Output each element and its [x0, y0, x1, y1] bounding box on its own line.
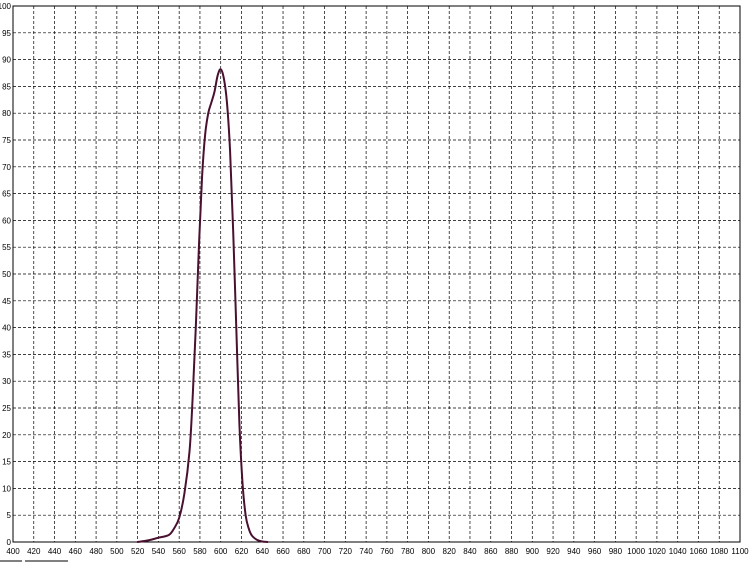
x-tick-label: 680	[297, 547, 311, 556]
x-tick-label: 760	[380, 547, 394, 556]
y-tick-label: 55	[2, 243, 11, 252]
x-tick-label: 1100	[731, 547, 749, 556]
x-tick-label: 500	[110, 547, 124, 556]
y-tick-label: 90	[2, 56, 11, 65]
grid-lines	[13, 6, 740, 542]
y-tick-label: 75	[2, 136, 11, 145]
y-tick-label: 85	[2, 82, 11, 91]
y-tick-label: 70	[2, 163, 11, 172]
x-tick-label: 660	[276, 547, 290, 556]
y-tick-label: 100	[0, 2, 12, 11]
x-axis-tick-labels: 400 420 440 460 480 500 520 540 560 580 600 620 640 6…	[6, 547, 749, 556]
y-tick-label: 95	[2, 29, 11, 38]
x-tick-label: 400	[6, 547, 20, 556]
x-tick-label: 620	[235, 547, 249, 556]
x-tick-label: 640	[256, 547, 270, 556]
y-tick-label: 15	[2, 458, 11, 467]
y-tick-label: 30	[2, 377, 11, 386]
x-tick-label: 420	[27, 547, 41, 556]
x-tick-label: 820	[443, 547, 457, 556]
y-tick-label: 80	[2, 109, 11, 118]
x-tick-label: 880	[505, 547, 519, 556]
x-tick-label: 800	[422, 547, 436, 556]
x-tick-label: 780	[401, 547, 415, 556]
x-tick-label: 1040	[669, 547, 687, 556]
x-tick-label: 1020	[648, 547, 666, 556]
x-tick-label: 700	[318, 547, 332, 556]
x-tick-label: 1080	[710, 547, 728, 556]
y-tick-label: 45	[2, 297, 11, 306]
x-tick-label: 940	[567, 547, 581, 556]
line-chart: 0 5 10 15 20 25 30 35 40 45 50 55 60 65 70 75 80 85 90 95 10…	[0, 2, 749, 562]
x-tick-label: 920	[546, 547, 560, 556]
x-tick-label: 900	[526, 547, 540, 556]
y-axis-tick-labels: 0 5 10 15 20 25 30 35 40 45 50 55 60 65 70 75 80 85 90 95 10…	[0, 2, 12, 547]
x-tick-label: 840	[463, 547, 477, 556]
y-tick-label: 0	[7, 538, 12, 547]
x-tick-label: 980	[609, 547, 623, 556]
x-tick-label: 440	[48, 547, 62, 556]
y-tick-label: 60	[2, 216, 11, 225]
x-tick-label: 560	[172, 547, 186, 556]
x-tick-label: 1060	[690, 547, 708, 556]
y-tick-label: 65	[2, 190, 11, 199]
x-tick-label: 860	[484, 547, 498, 556]
x-tick-label: 540	[152, 547, 166, 556]
x-tick-label: 480	[89, 547, 103, 556]
x-tick-label: 600	[214, 547, 228, 556]
y-tick-label: 20	[2, 431, 11, 440]
x-tick-label: 720	[339, 547, 353, 556]
y-tick-label: 5	[7, 511, 12, 520]
x-tick-label: 460	[69, 547, 83, 556]
series-line	[136, 68, 269, 543]
y-tick-label: 10	[2, 484, 11, 493]
y-tick-label: 40	[2, 324, 11, 333]
x-tick-label: 520	[131, 547, 145, 556]
series-layer	[136, 68, 269, 543]
x-tick-label: 960	[588, 547, 602, 556]
y-tick-label: 25	[2, 404, 11, 413]
x-tick-label: 740	[359, 547, 373, 556]
x-tick-label: 580	[193, 547, 207, 556]
y-tick-label: 35	[2, 350, 11, 359]
x-tick-label: 1000	[627, 547, 645, 556]
y-tick-label: 50	[2, 270, 11, 279]
